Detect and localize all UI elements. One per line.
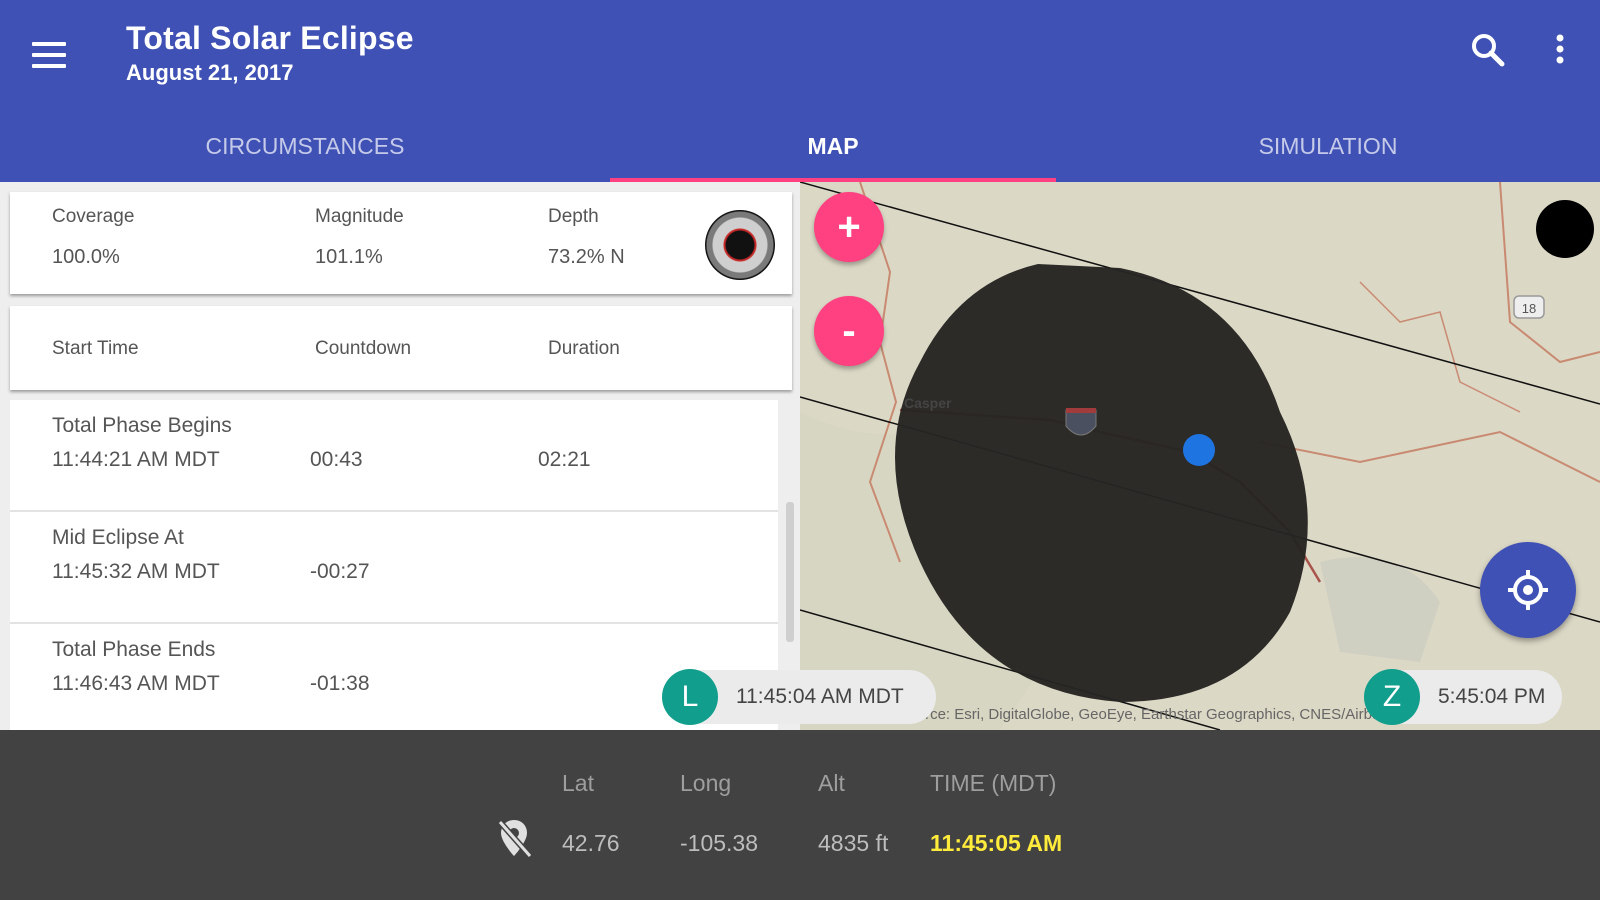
menu-icon[interactable] bbox=[28, 34, 70, 76]
city-label: Casper bbox=[904, 395, 952, 411]
duration-label: Duration bbox=[548, 338, 620, 359]
tab-map[interactable]: MAP bbox=[610, 110, 1056, 182]
phase-time: 11:44:21 AM MDT bbox=[52, 448, 220, 471]
list-item[interactable]: Mid Eclipse At 11:45:32 AM MDT -00:27 bbox=[10, 512, 778, 624]
local-time-text: 11:45:04 AM MDT bbox=[736, 685, 904, 708]
lat-value: 42.76 bbox=[562, 830, 620, 856]
more-vert-icon[interactable] bbox=[1546, 30, 1574, 70]
tab-circumstances[interactable]: CIRCUMSTANCES bbox=[0, 110, 610, 182]
phase-title: Total Phase Begins bbox=[52, 414, 232, 437]
phases-list[interactable]: Total Phase Begins 11:44:21 AM MDT 00:43… bbox=[10, 400, 778, 730]
magnitude-label: Magnitude bbox=[315, 206, 404, 227]
local-time-badge: L bbox=[662, 669, 718, 725]
crosshair-icon bbox=[1508, 570, 1548, 610]
zoom-in-button[interactable]: + bbox=[814, 192, 884, 262]
coverage-card: Coverage 100.0% Magnitude 101.1% Depth 7… bbox=[10, 192, 792, 294]
alt-value: 4835 ft bbox=[818, 830, 889, 856]
countdown-label: Countdown bbox=[315, 338, 412, 359]
local-time-chip[interactable]: L 11:45:04 AM MDT bbox=[662, 669, 936, 725]
app-bar: Total Solar Eclipse August 21, 2017 CIRC… bbox=[0, 0, 1600, 182]
location-bar: Lat Long Alt TIME (MDT) 42.76 -105.38 48… bbox=[0, 730, 1600, 900]
long-value: -105.38 bbox=[680, 830, 759, 856]
list-item[interactable]: Total Phase Ends 11:46:43 AM MDT -01:38 bbox=[10, 624, 778, 730]
depth-value: 73.2% N bbox=[548, 246, 625, 268]
long-label: Long bbox=[680, 770, 732, 796]
page-title: Total Solar Eclipse bbox=[126, 20, 414, 56]
sun-indicator bbox=[1536, 200, 1594, 258]
eclipse-map[interactable]: 18 Casper + - © Esri — Source: Esri, Dig… bbox=[800, 182, 1600, 730]
route-shield-label: 18 bbox=[1522, 301, 1536, 316]
phase-countdown: 00:43 bbox=[310, 448, 363, 471]
current-location-marker bbox=[1183, 434, 1215, 466]
search-icon[interactable] bbox=[1468, 30, 1508, 70]
phase-duration: 02:21 bbox=[538, 448, 591, 471]
alt-label: Alt bbox=[818, 770, 845, 796]
location-off-icon[interactable] bbox=[494, 816, 534, 860]
map-terrain: 18 Casper bbox=[800, 182, 1600, 730]
phase-title: Mid Eclipse At bbox=[52, 526, 184, 549]
time-value: 11:45:05 AM bbox=[930, 830, 1063, 856]
depth-label: Depth bbox=[548, 206, 599, 227]
phase-countdown: -00:27 bbox=[310, 560, 370, 583]
coverage-value: 100.0% bbox=[52, 246, 120, 268]
list-scrollbar[interactable] bbox=[786, 502, 794, 642]
phase-time: 11:45:32 AM MDT bbox=[52, 560, 220, 583]
eclipse-thumbnail bbox=[705, 210, 775, 280]
tab-bar: CIRCUMSTANCES MAP SIMULATION bbox=[0, 110, 1600, 182]
phases-header-card: Start Time Countdown Duration bbox=[10, 306, 792, 390]
phase-title: Total Phase Ends bbox=[52, 638, 216, 661]
magnitude-value: 101.1% bbox=[315, 246, 383, 268]
phase-countdown: -01:38 bbox=[310, 672, 370, 695]
phase-time: 11:46:43 AM MDT bbox=[52, 672, 220, 695]
lat-label: Lat bbox=[562, 770, 594, 796]
start-time-label: Start Time bbox=[52, 338, 139, 359]
list-item[interactable]: Total Phase Begins 11:44:21 AM MDT 00:43… bbox=[10, 400, 778, 512]
zulu-time-badge: Z bbox=[1364, 669, 1420, 725]
coverage-label: Coverage bbox=[52, 206, 135, 227]
page-subtitle: August 21, 2017 bbox=[126, 60, 294, 85]
zulu-time-text: 5:45:04 PM bbox=[1438, 685, 1546, 708]
zulu-time-chip[interactable]: Z 5:45:04 PM bbox=[1364, 669, 1562, 725]
circumstances-panel: Coverage 100.0% Magnitude 101.1% Depth 7… bbox=[0, 182, 800, 730]
tab-simulation[interactable]: SIMULATION bbox=[1056, 110, 1600, 182]
my-location-button[interactable] bbox=[1480, 542, 1576, 638]
time-label: TIME (MDT) bbox=[930, 770, 1057, 796]
zoom-out-button[interactable]: - bbox=[814, 296, 884, 366]
